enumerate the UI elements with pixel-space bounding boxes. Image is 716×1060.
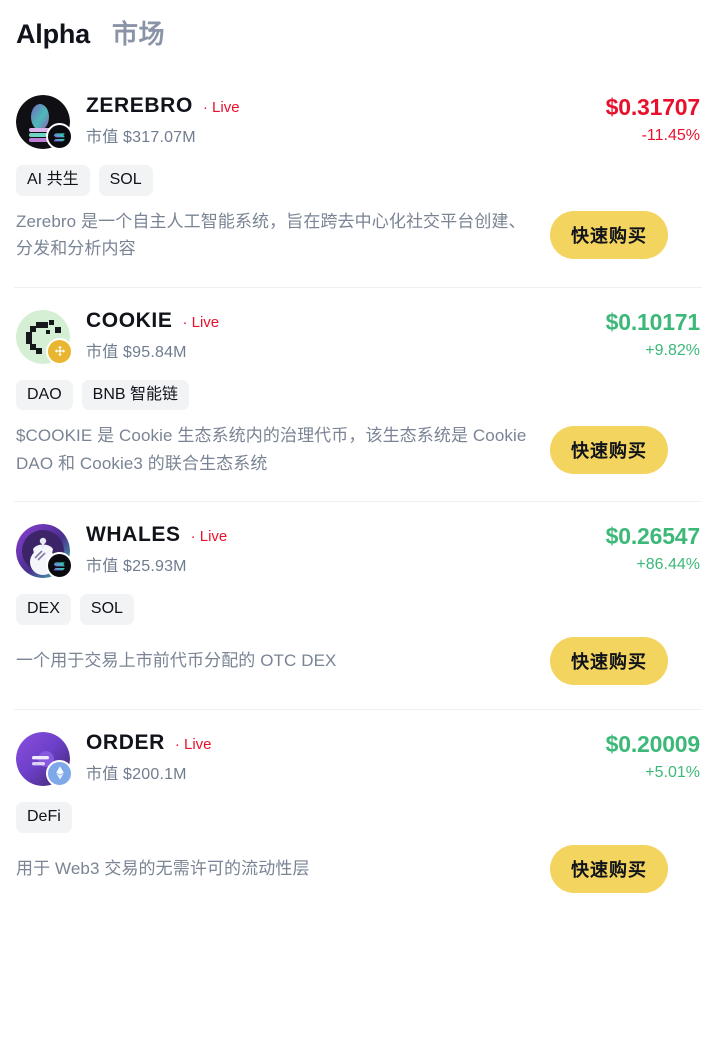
quick-buy-button[interactable]: 快速购买 <box>550 636 668 685</box>
token-name: COOKIE <box>86 308 173 332</box>
token-price: $0.31707 <box>605 94 701 120</box>
market-cap: 市值 $200.1M <box>86 765 187 783</box>
token-name: WHALES <box>86 523 181 547</box>
token-detail-row: 一个用于交易上市前代币分配的 OTC DEX 快速购买 <box>16 636 700 709</box>
token-tag[interactable]: AI 共生 <box>16 165 90 196</box>
token-avatar-wrap <box>16 731 73 787</box>
token-avatar-wrap <box>16 309 73 365</box>
token-tag[interactable]: DAO <box>16 379 73 411</box>
price-block: $0.31707 -11.45% <box>605 93 701 145</box>
token-card[interactable]: ZEREBRO · Live 市值 $317.07M $0.31707 -11.45% A… <box>0 72 716 287</box>
page-subtitle: 市场 <box>112 19 166 49</box>
quick-buy-button[interactable]: 快速购买 <box>550 844 668 893</box>
token-summary: ZEREBRO · Live 市值 $317.07M $0.31707 -11.45% <box>16 72 701 150</box>
token-card[interactable]: ORDER · Live 市值 $200.1M $0.20009 +5.01% DeFi 用… <box>0 708 716 917</box>
token-tag[interactable]: DeFi <box>16 801 72 833</box>
token-summary: COOKIE · Live 市值 $95.84M $0.10171 +9.82% <box>16 287 701 365</box>
token-description: 用于 Web3 交易的无需许可的流动性层 <box>16 858 310 878</box>
market-cap: 市值 $317.07M <box>86 129 196 146</box>
token-avatar-wrap <box>16 524 73 580</box>
price-change: +86.44% <box>636 556 700 574</box>
token-name-block: ORDER · Live 市值 $200.1M <box>70 730 606 784</box>
solana-icon <box>46 552 73 580</box>
token-name-block: WHALES · Live 市值 $25.93M <box>70 522 606 576</box>
page-header: Alpha 市场 <box>0 0 716 72</box>
token-description: $COOKIE 是 Cookie 生态系统内的治理代币，该生态系统是 Cooki… <box>16 426 527 473</box>
token-price: $0.10171 <box>605 308 701 335</box>
token-name-block: ZEREBRO · Live 市值 $317.07M <box>70 93 606 147</box>
token-name: ZEREBRO <box>86 94 193 117</box>
solana-icon <box>46 123 73 150</box>
token-card[interactable]: COOKIE · Live 市值 $95.84M $0.10171 +9.82% DAO B… <box>0 286 716 502</box>
token-name: ORDER <box>86 730 165 754</box>
token-card[interactable]: WHALES · Live 市值 $25.93M $0.26547 +86.44% DEX… <box>0 501 716 709</box>
token-tag[interactable]: SOL <box>98 165 153 196</box>
bnb-icon <box>46 337 73 365</box>
token-name-block: COOKIE · Live 市值 $95.84M <box>70 308 606 362</box>
market-cap: 市值 $95.84M <box>86 343 187 361</box>
quick-buy-button[interactable]: 快速购买 <box>550 211 668 260</box>
live-badge: · Live <box>190 528 228 546</box>
live-badge: · Live <box>202 99 240 116</box>
ethereum-icon <box>46 759 73 787</box>
token-list: ZEREBRO · Live 市值 $317.07M $0.31707 -11.45% A… <box>0 72 716 917</box>
price-block: $0.10171 +9.82% <box>605 308 701 360</box>
token-description: 一个用于交易上市前代币分配的 OTC DEX <box>16 651 337 671</box>
price-change: -11.45% <box>641 127 700 144</box>
tag-list: DeFi <box>16 801 700 833</box>
price-block: $0.26547 +86.44% <box>605 522 701 574</box>
token-detail-row: 用于 Web3 交易的无需许可的流动性层 快速购买 <box>16 844 700 917</box>
tag-list: DEX SOL <box>16 594 700 625</box>
token-avatar-wrap <box>16 95 73 150</box>
token-tag[interactable]: BNB 智能链 <box>81 379 190 411</box>
quick-buy-button[interactable]: 快速购买 <box>550 425 668 474</box>
alpha-market-screen: Alpha 市场 ZEREBRO · Live 市值 $317.07M $0.3170… <box>0 0 716 1060</box>
token-price: $0.26547 <box>605 523 701 550</box>
tag-list: DAO BNB 智能链 <box>16 379 700 411</box>
token-detail-row: Zerebro 是一个自主人工智能系统，旨在跨去中心化社交平台创建、分发和分析内… <box>16 208 700 287</box>
live-badge: · Live <box>174 735 212 753</box>
token-summary: ORDER · Live 市值 $200.1M $0.20009 +5.01% <box>16 709 701 787</box>
token-detail-row: $COOKIE 是 Cookie 生态系统内的治理代币，该生态系统是 Cooki… <box>16 422 700 501</box>
price-change: +5.01% <box>645 763 700 781</box>
token-tag[interactable]: SOL <box>79 594 134 625</box>
token-description: Zerebro 是一个自主人工智能系统，旨在跨去中心化社交平台创建、分发和分析内… <box>16 211 526 259</box>
page-title: Alpha <box>16 19 91 49</box>
market-cap: 市值 $25.93M <box>86 558 187 576</box>
tag-list: AI 共生 SOL <box>16 165 700 196</box>
token-price: $0.20009 <box>605 730 701 757</box>
token-summary: WHALES · Live 市值 $25.93M $0.26547 +86.44% <box>16 501 701 580</box>
token-tag[interactable]: DEX <box>16 594 71 625</box>
price-change: +9.82% <box>645 341 700 359</box>
live-badge: · Live <box>182 313 220 331</box>
price-block: $0.20009 +5.01% <box>605 730 701 782</box>
